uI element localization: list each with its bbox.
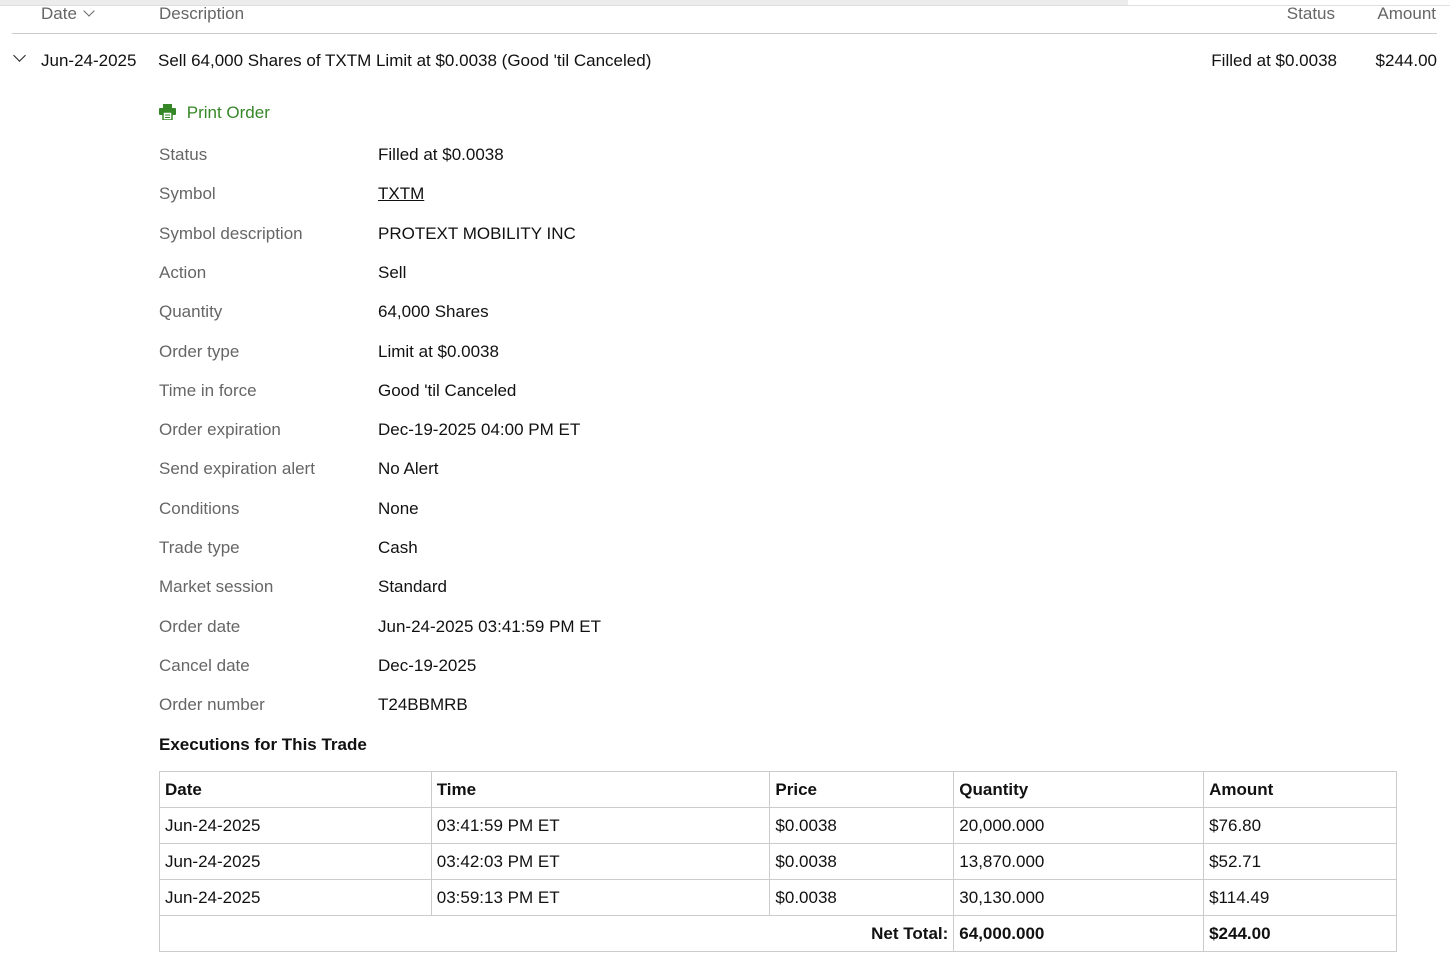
col-amount: Amount	[1203, 771, 1397, 808]
table-row: Jun-24-2025 03:59:13 PM ET $0.0038 30,130.0…	[159, 879, 1397, 916]
table-cell: $114.49	[1203, 879, 1397, 916]
table-cell: $0.0038	[769, 807, 955, 844]
net-total-label: Net Total:	[158, 915, 955, 952]
detail-value: None	[378, 498, 419, 518]
detail-label: Order expiration	[159, 420, 281, 440]
detail-label: Symbol description	[159, 223, 303, 243]
detail-value: 64,000 Shares	[378, 302, 489, 322]
detail-value: Good 'til Canceled	[378, 380, 517, 400]
column-header-amount: Amount	[1377, 4, 1436, 23]
table-cell: 03:41:59 PM ET	[430, 807, 771, 844]
detail-label: Status	[159, 145, 208, 164]
table-cell: 03:42:03 PM ET	[430, 843, 771, 880]
executions-table: Date Time Price Quantity Amount Jun-24-2…	[158, 771, 1397, 952]
col-time: Time	[430, 771, 771, 808]
symbol-link[interactable]: TXTM	[378, 184, 424, 204]
table-cell: 13,870.000	[953, 843, 1205, 880]
net-total-amount: $244.00	[1203, 915, 1397, 952]
chevron-down-icon	[82, 5, 95, 17]
order-status: Filled at $0.0038	[1211, 51, 1337, 70]
detail-value: Sell	[378, 262, 407, 282]
detail-value: No Alert	[378, 459, 439, 479]
table-cell: $52.71	[1203, 843, 1397, 880]
table-cell: 03:59:13 PM ET	[430, 879, 771, 916]
order-amount: $244.00	[1375, 51, 1437, 70]
net-total-row: Net Total: 64,000.000 $244.00	[158, 915, 1397, 952]
column-header-date[interactable]: Date	[41, 4, 95, 24]
col-quantity: Quantity	[953, 771, 1205, 808]
order-date: Jun-24-2025	[41, 51, 137, 70]
table-header-row: Date Time Price Quantity Amount	[159, 771, 1397, 808]
print-order-label: Print Order	[186, 103, 270, 122]
detail-label: Order number	[159, 695, 265, 715]
table-cell: $0.0038	[769, 879, 955, 916]
header-divider	[12, 33, 1437, 34]
detail-label: Order date	[159, 616, 241, 636]
column-header-date-label: Date	[41, 4, 77, 23]
detail-value: Jun-24-2025 03:41:59 PM ET	[378, 616, 602, 636]
table-cell: Jun-24-2025	[159, 843, 432, 880]
detail-label: Symbol	[159, 184, 216, 204]
column-header-description: Description	[159, 4, 245, 23]
detail-label: Trade type	[159, 538, 240, 557]
table-cell: $0.0038	[769, 843, 955, 880]
detail-label: Cancel date	[159, 655, 250, 675]
table-cell: $76.80	[1203, 807, 1397, 844]
detail-label: Conditions	[159, 498, 240, 518]
detail-value: Dec-19-2025	[378, 655, 477, 675]
detail-value: Limit at $0.0038	[378, 341, 499, 361]
detail-label: Send expiration alert	[159, 459, 315, 479]
detail-value: Standard	[378, 577, 447, 597]
table-cell: 20,000.000	[953, 807, 1205, 844]
detail-label: Order type	[159, 341, 240, 361]
detail-value: Cash	[378, 538, 418, 557]
col-price: Price	[769, 771, 955, 808]
detail-value: Dec-19-2025 04:00 PM ET	[378, 420, 581, 440]
detail-label: Market session	[159, 577, 274, 597]
detail-value: PROTEXT MOBILITY INC	[378, 223, 576, 243]
print-order-link[interactable]: Print Order	[159, 103, 270, 123]
order-description: Sell 64,000 Shares of TXTM Limit at $0.0…	[158, 51, 652, 70]
table-cell: Jun-24-2025	[159, 807, 432, 844]
printer-icon	[159, 104, 176, 121]
detail-label: Quantity	[159, 302, 223, 322]
table-cell: Jun-24-2025	[159, 879, 432, 916]
detail-value: T24BBMRB	[378, 695, 468, 715]
table-row: Jun-24-2025 03:41:59 PM ET $0.0038 20,000.0…	[159, 807, 1397, 844]
col-date: Date	[159, 771, 432, 808]
executions-title: Executions for This Trade	[159, 735, 367, 754]
detail-label: Time in force	[159, 380, 257, 400]
table-cell: 30,130.000	[953, 879, 1205, 916]
table-row: Jun-24-2025 03:42:03 PM ET $0.0038 13,870.0…	[159, 843, 1397, 880]
collapse-chevron-icon[interactable]	[13, 49, 26, 62]
column-header-status: Status	[1286, 4, 1335, 23]
detail-label: Action	[159, 262, 207, 282]
detail-value: Filled at $0.0038	[378, 145, 504, 164]
net-total-quantity: 64,000.000	[953, 915, 1205, 952]
